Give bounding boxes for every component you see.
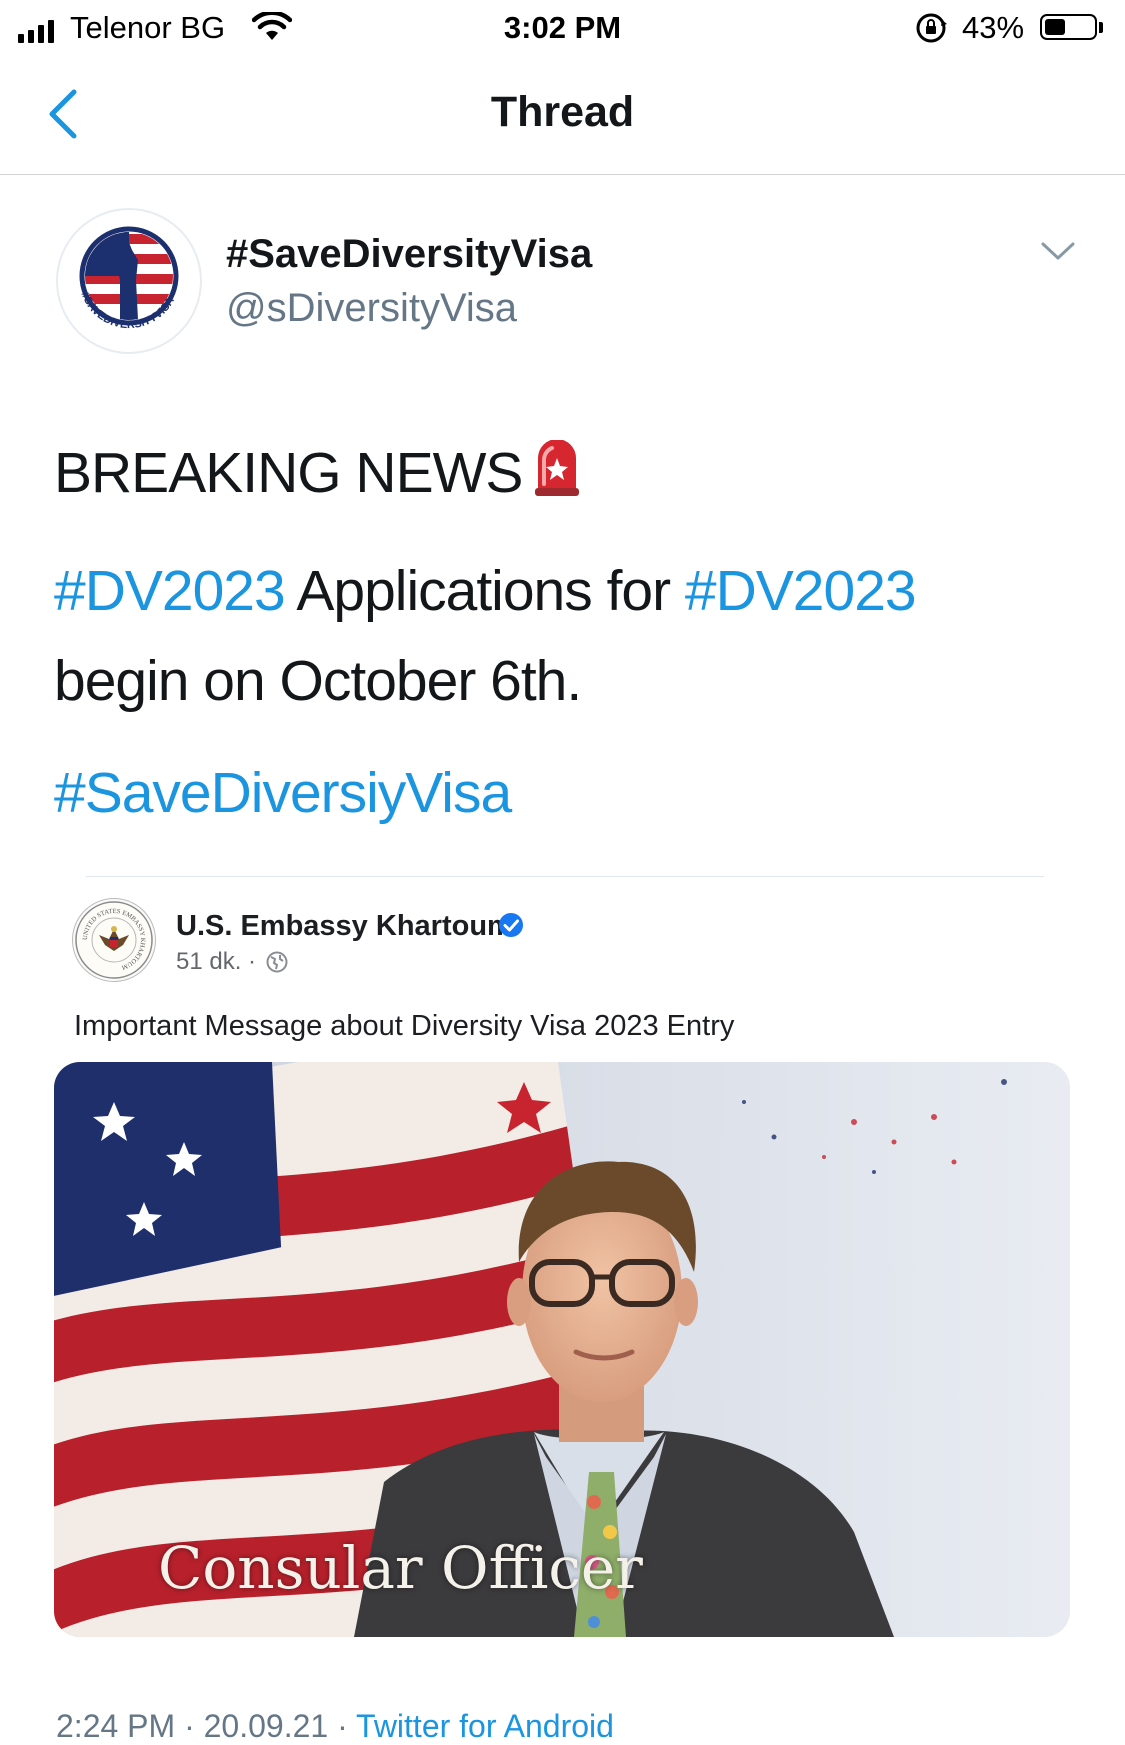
embassy-page-name[interactable]: U.S. Embassy Khartoum xyxy=(176,910,513,943)
embassy-avatar: UNITED STATES EMBASSY KHARTOUM xyxy=(72,898,156,982)
applications-text: Applications for xyxy=(284,559,685,623)
video-caption: Consular Officer xyxy=(158,1534,643,1602)
battery-percent: 43% xyxy=(962,10,1025,45)
author-avatar[interactable]: #SAVEDIVERSITYVISA xyxy=(56,208,202,354)
battery-icon xyxy=(1040,14,1097,40)
tweet-line-applications: #DV2023 Applications for #DV2023 begin o… xyxy=(54,546,1084,726)
embassy-seal-icon: UNITED STATES EMBASSY KHARTOUM xyxy=(75,901,153,979)
rotation-lock-icon xyxy=(916,13,947,43)
begin-date-text: begin on October 6th. xyxy=(54,649,582,713)
embedded-post-text: Important Message about Diversity Visa 2… xyxy=(74,1010,735,1042)
author-handle[interactable]: @sDiversityVisa xyxy=(226,286,517,331)
tweet-line-breaking-news: BREAKING NEWS xyxy=(54,428,1084,524)
siren-icon xyxy=(532,434,582,524)
breaking-news-text: BREAKING NEWS xyxy=(54,441,523,505)
divider xyxy=(86,876,1044,877)
globe-icon xyxy=(266,951,288,973)
navigation-bar: Thread xyxy=(0,58,1125,175)
chevron-down-icon[interactable] xyxy=(1040,240,1076,262)
status-time: 3:02 PM xyxy=(503,10,622,45)
battery-tip xyxy=(1099,22,1103,33)
page-title: Thread xyxy=(490,88,635,136)
video-thumbnail[interactable]: Consular Officer xyxy=(54,1062,1070,1637)
tweet-line-hashtag: #SaveDiversiyVisa xyxy=(54,748,1084,838)
save-diversity-visa-logo: #SAVEDIVERSITYVISA xyxy=(78,226,179,331)
status-bar: Telenor BG 3:02 PM 43% xyxy=(0,0,1125,58)
tweet-text: BREAKING NEWS #DV2023 Applications for #… xyxy=(54,428,1084,838)
hashtag-savediversiyvisa-link[interactable]: #SaveDiversiyVisa xyxy=(54,761,512,825)
verified-badge-icon xyxy=(499,913,523,937)
hashtag-dv2023-link[interactable]: #DV2023 xyxy=(54,559,286,623)
tweet-meta: 2:24 PM · 20.09.21 · Twitter for Android xyxy=(56,1708,614,1745)
post-time: 51 dk. · xyxy=(176,948,257,975)
author-display-name[interactable]: #SaveDiversityVisa xyxy=(226,232,592,277)
battery-level xyxy=(1045,19,1065,35)
hashtag-dv2023-link-2[interactable]: #DV2023 xyxy=(685,559,917,623)
